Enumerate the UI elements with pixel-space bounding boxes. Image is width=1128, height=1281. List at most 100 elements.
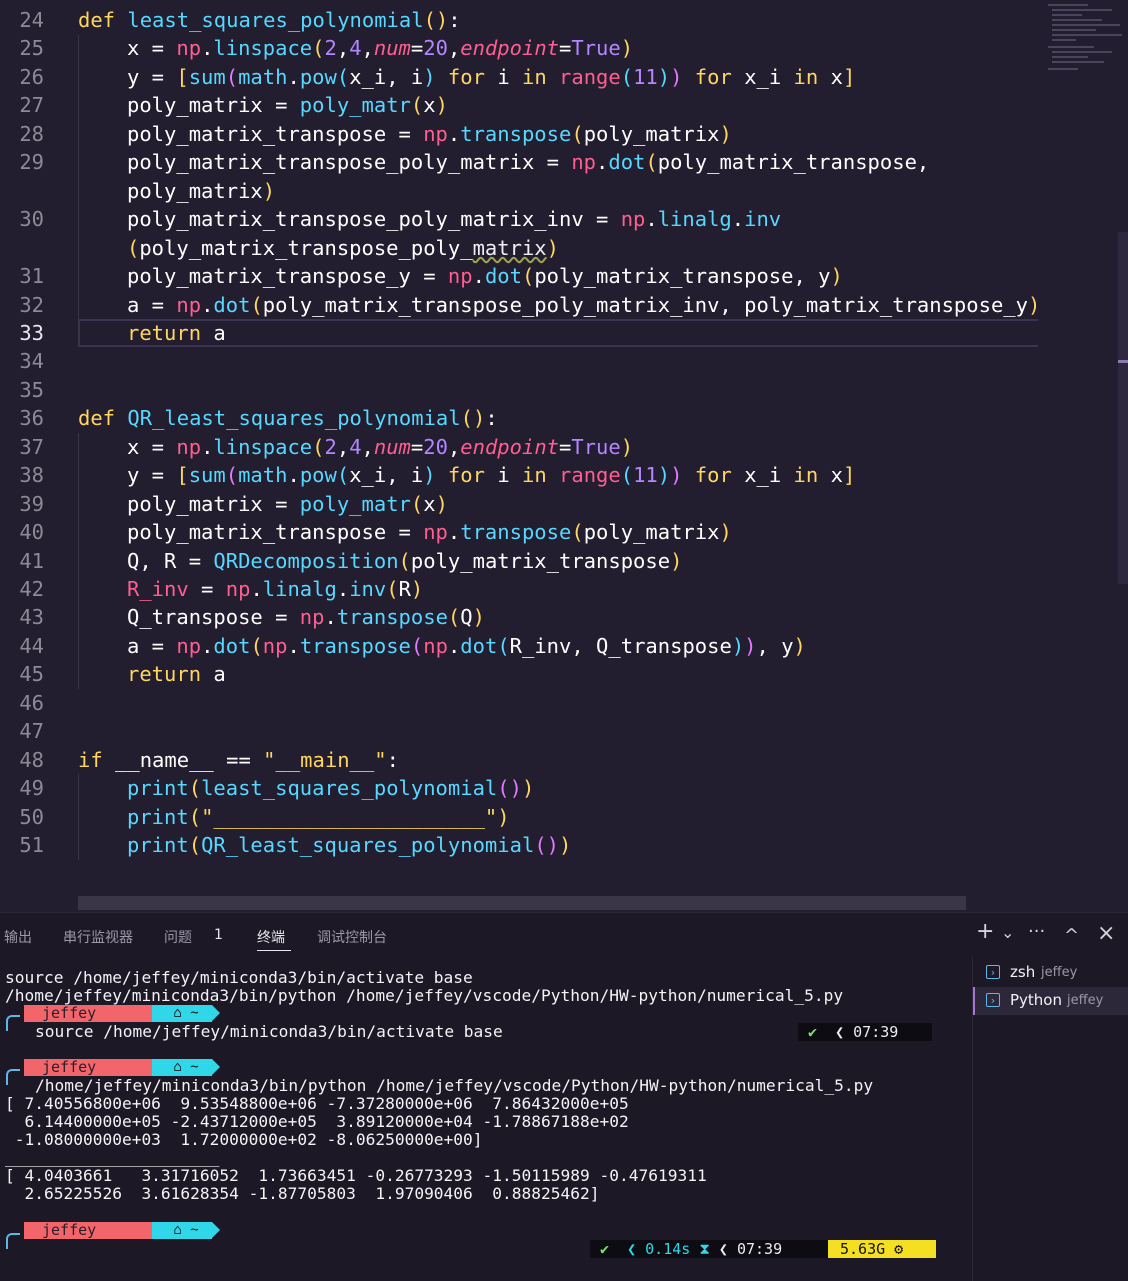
code-line[interactable]: 29 poly_matrix_transpose_poly_matrix = np… [0, 148, 1040, 176]
code-token: ( [188, 776, 202, 801]
prompt-home: ~ [190, 1222, 199, 1238]
code-line[interactable]: 28 poly_matrix_transpose = np.transpose(p… [0, 120, 1040, 148]
code-line[interactable]: 49 print(least_squares_polynomial()) [0, 774, 1040, 802]
code-line[interactable]: 46 [0, 689, 1040, 717]
code-line[interactable]: 44 a = np.dot(np.transpose(np.dot(R_inv, … [0, 632, 1040, 660]
code-line[interactable]: 31 poly_matrix_transpose_y = np.dot(poly_… [0, 262, 1040, 290]
line-number: 50 [19, 804, 44, 829]
code-token: : [485, 406, 498, 431]
code-text: poly_matrix) [127, 177, 275, 205]
code-token: np [423, 121, 448, 146]
code-token: . [472, 264, 485, 289]
vertical-scrollbar[interactable] [1118, 232, 1128, 584]
code-line[interactable]: 34 [0, 347, 1040, 375]
code-token: np [620, 207, 646, 232]
terminal-session-python[interactable]: › Python jeffey [973, 987, 1128, 1015]
new-terminal-icon[interactable]: + [976, 919, 994, 945]
code-text: poly_matrix_transpose = np.transpose(pol… [127, 120, 732, 148]
line-number: 27 [19, 93, 44, 118]
code-token: . [287, 633, 300, 658]
code-token: , [447, 434, 461, 459]
code-token: ( [398, 548, 411, 573]
code-line[interactable]: 50 print("______________________") [0, 803, 1040, 831]
code-token: poly_matrix_transpose_y = [127, 264, 448, 289]
code-token: poly_matrix_transpose = [127, 121, 424, 146]
code-token: = [188, 577, 226, 601]
tab-debug-console[interactable]: 调试控制台 [317, 927, 387, 947]
code-text: x = np.linspace(2,4,num=20,endpoint=True… [127, 34, 633, 62]
code-line[interactable]: 36 def QR_least_squares_polynomial(): [0, 404, 1040, 432]
code-line[interactable]: (poly_matrix_transpose_poly_matrix) [0, 234, 1040, 262]
code-token: np [423, 520, 448, 545]
line-number: 48 [19, 747, 44, 772]
code-token: poly_matrix [583, 121, 720, 146]
code-line[interactable]: 48 if __name__ == "__main__": [0, 746, 1040, 774]
horizontal-scrollbar[interactable] [78, 896, 966, 910]
code-line[interactable]: 39 poly_matrix = poly_matr(x) [0, 490, 1040, 518]
code-token: in [509, 64, 560, 89]
code-text: poly_matrix = poly_matr(x) [127, 91, 448, 119]
code-line[interactable]: 42 R_inv = np.linalg.inv(R) [0, 575, 1040, 603]
tab-serial-monitor[interactable]: 串行监视器 [63, 927, 133, 947]
code-line[interactable]: 40 poly_matrix_transpose = np.transpose(p… [0, 518, 1040, 546]
code-token: np [176, 434, 202, 459]
terminal-session-zsh[interactable]: › zsh jeffey [973, 959, 1128, 987]
code-line[interactable]: 37 x = np.linspace(2,4,num=20,endpoint=Tr… [0, 433, 1040, 461]
code-token: transpose [460, 520, 572, 545]
code-line[interactable]: 45 return a [0, 660, 1040, 688]
code-token: ) [1028, 292, 1041, 317]
session-name: Python [1010, 991, 1062, 1009]
code-token: . [447, 121, 461, 146]
code-token: dot [213, 633, 251, 658]
code-line[interactable]: 38 y = [sum(math.pow(x_i, i) for i in ran… [0, 461, 1040, 489]
code-line[interactable]: 47 [0, 717, 1040, 745]
chip-icon: ⚙ [885, 1240, 904, 1258]
code-token: ( [312, 434, 325, 459]
more-actions-icon[interactable]: ··· [1028, 921, 1045, 947]
code-line[interactable]: 43 Q_transpose = np.transpose(Q) [0, 603, 1040, 631]
code-line[interactable]: poly_matrix) [0, 177, 1040, 205]
code-line[interactable]: 30 poly_matrix_transpose_poly_matrix_inv … [0, 205, 1040, 233]
code-token: ) [521, 776, 535, 801]
code-text: poly_matrix_transpose_poly_matrix_inv = … [127, 205, 781, 233]
problems-count-badge: 1 [214, 927, 223, 943]
bottom-panel: 输出 串行监视器 问题 1 终端 调试控制台 + ⌄ ··· ^ × sourc… [0, 912, 1128, 1281]
code-token: 2 [324, 434, 337, 459]
code-line[interactable]: 35 [0, 376, 1040, 404]
code-token: sum [188, 463, 226, 488]
code-line[interactable]: 51 print(QR_least_squares_polynomial()) [0, 831, 1040, 859]
code-line[interactable]: 33 return a [0, 319, 1040, 347]
tab-output[interactable]: 输出 [4, 927, 32, 947]
code-token: def [78, 406, 128, 431]
code-token: 2 [324, 36, 337, 61]
code-token: ( [225, 64, 239, 89]
code-token: x = [127, 36, 177, 61]
code-token: ( [127, 235, 140, 260]
code-token: ) [410, 577, 424, 601]
code-line[interactable]: 41 Q, R = QRDecomposition(poly_matrix_tra… [0, 547, 1040, 575]
maximize-panel-icon[interactable]: ^ [1064, 925, 1079, 951]
code-line[interactable]: 24 def least_squares_polynomial(): [0, 6, 1040, 34]
code-editor[interactable]: 24 def least_squares_polynomial(): 25 x = n… [0, 0, 1128, 912]
chevron-down-icon[interactable]: ⌄ [1001, 923, 1014, 949]
terminal-line: [ 7.40556800e+06 9.53548800e+06 -7.37280… [5, 1094, 629, 1113]
code-text: poly_matrix = poly_matr(x) [127, 490, 448, 518]
code-line[interactable]: 32 a = np.dot(poly_matrix_transpose_poly_… [0, 291, 1040, 319]
code-token: = [559, 434, 572, 459]
line-number: 46 [19, 690, 44, 715]
tab-terminal[interactable]: 终端 [257, 927, 285, 947]
code-token: 11 [633, 64, 658, 89]
code-token: R_inv [127, 577, 189, 601]
code-line[interactable]: 27 poly_matrix = poly_matr(x) [0, 91, 1040, 119]
code-line[interactable]: 25 x = np.linspace(2,4,num=20,endpoint=Tr… [0, 34, 1040, 62]
code-token: ) [620, 36, 634, 61]
code-line[interactable]: 26 y = [sum(math.pow(x_i, i) for i in ran… [0, 63, 1040, 91]
code-token: pow [299, 64, 337, 89]
tab-problems[interactable]: 问题 [164, 927, 192, 947]
code-token: , y [756, 633, 794, 658]
code-token: ) [719, 520, 732, 545]
minimap[interactable] [1044, 0, 1128, 80]
prompt-time: 07:39 [853, 1023, 899, 1041]
terminal-output[interactable]: source /home/jeffey/miniconda3/bin/activ… [0, 967, 970, 1281]
close-panel-icon[interactable]: × [1097, 921, 1115, 947]
